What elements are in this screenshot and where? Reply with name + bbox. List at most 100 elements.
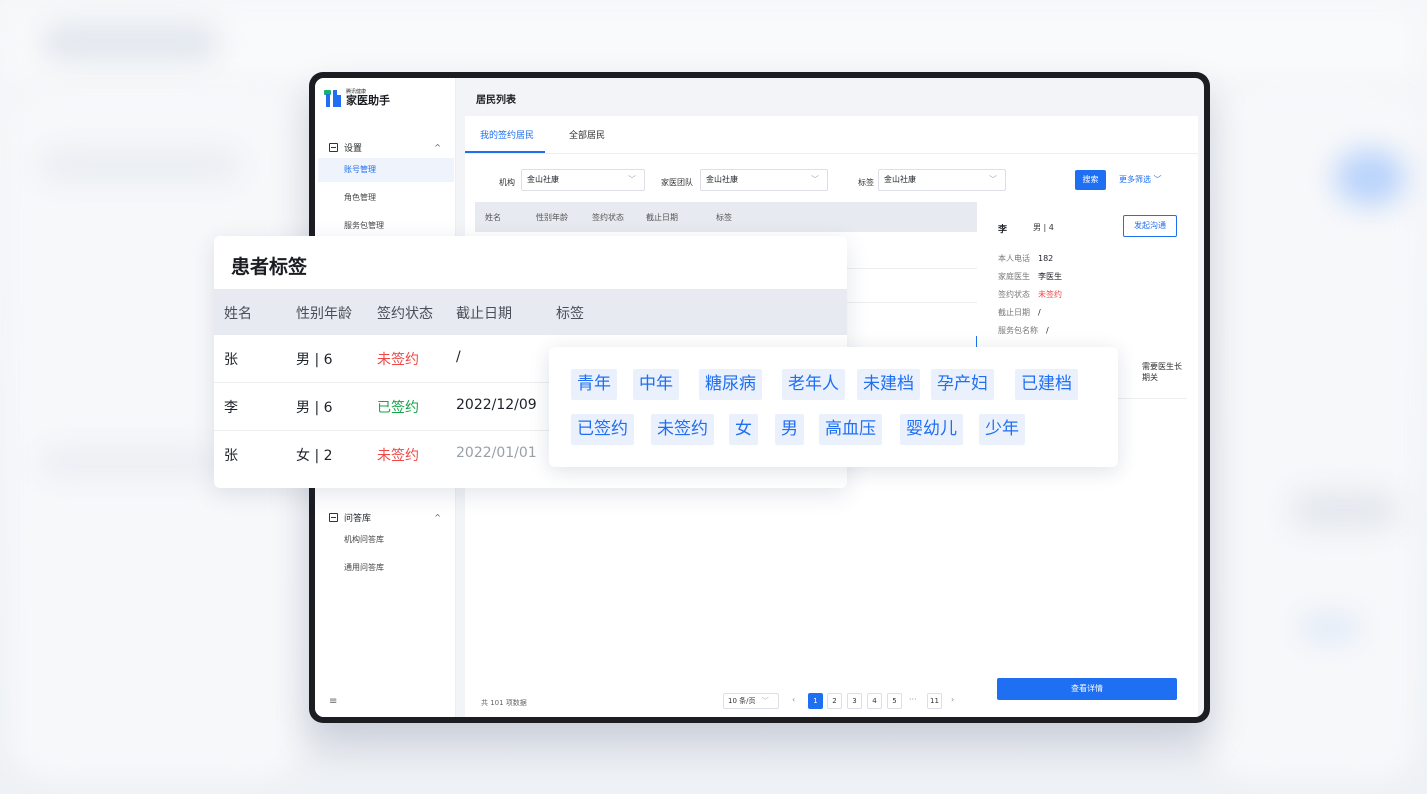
package-value: / <box>1046 326 1049 335</box>
page-button[interactable]: 3 <box>847 693 862 709</box>
bg-button-blur <box>1335 150 1405 205</box>
sign-status: 未签约 <box>377 448 419 464</box>
tag-option[interactable]: 婴幼儿 <box>900 414 963 445</box>
sidebar-item-account[interactable]: 账号管理 <box>318 158 454 182</box>
start-chat-button[interactable]: 发起沟通 <box>1123 215 1177 237</box>
patient-name: 张 <box>224 352 238 368</box>
settings-icon <box>329 143 338 152</box>
patient-gender-age: 男 | 6 <box>296 352 333 368</box>
status-value: 未签约 <box>1038 290 1062 299</box>
bg-top-bar <box>10 10 1417 80</box>
page-button[interactable]: 2 <box>827 693 842 709</box>
more-filter-button[interactable]: 更多筛选 ﹀ <box>1119 174 1162 185</box>
sidebar-group-qa[interactable]: 问答库 ^ <box>329 511 441 524</box>
tag-option[interactable]: 已签约 <box>571 414 634 445</box>
tag-option[interactable]: 老年人 <box>782 369 845 400</box>
card-table-header: 姓名 性别年龄 签约状态 截止日期 标签 <box>214 289 847 335</box>
status-label: 签约状态 <box>998 290 1030 299</box>
page-size-select[interactable]: 10 条/页 ﹀ <box>723 693 779 709</box>
tag-options-popover: 青年 中年 糖尿病 老年人 未建档 孕产妇 已建档 已签约 未签约 女 男 高血… <box>549 347 1118 467</box>
column-header: 标签 <box>716 213 732 222</box>
org-select-value: 金山社康 <box>527 175 559 184</box>
bg-row-blur <box>40 150 240 180</box>
card-title: 患者标签 <box>231 256 308 278</box>
phone-label: 本人电话 <box>998 254 1030 263</box>
bg-chip-blur <box>1300 615 1360 640</box>
deadline: 2022/01/01 <box>456 445 537 461</box>
doctor-row: 家庭医生 李医生 <box>998 271 1062 282</box>
chevron-up-icon: ^ <box>434 513 441 522</box>
page-button[interactable]: 11 <box>927 693 942 709</box>
tab-active-indicator <box>465 151 545 153</box>
prev-page-icon[interactable]: ‹ <box>792 695 795 704</box>
page-button[interactable]: 5 <box>887 693 902 709</box>
patient-name: 张 <box>224 448 238 464</box>
search-button[interactable]: 搜索 <box>1075 170 1106 190</box>
pagination-ellipsis: ··· <box>909 695 917 704</box>
sidebar-group-label: 问答库 <box>344 514 372 524</box>
tag-option[interactable]: 女 <box>729 414 758 445</box>
page-title: 居民列表 <box>476 95 516 106</box>
org-filter-label: 机构 <box>499 178 515 187</box>
tag-option[interactable]: 未签约 <box>651 414 714 445</box>
column-header: 标签 <box>556 306 584 322</box>
sidebar-item-common-qa[interactable]: 通用问答库 <box>318 556 454 580</box>
patient-gender-age: 男 | 6 <box>296 400 333 416</box>
sidebar-group-settings[interactable]: 设置 ^ <box>329 141 441 154</box>
app-logo: 腾讯健康 家医助手 <box>323 88 390 108</box>
column-header: 截止日期 <box>456 306 512 322</box>
tag-option[interactable]: 孕产妇 <box>931 369 994 400</box>
chevron-down-icon: ﹀ <box>811 175 819 184</box>
patient-gender-age: 女 | 2 <box>296 448 333 464</box>
sidebar-item-package[interactable]: 服务包管理 <box>318 214 454 238</box>
tab-bar: 我的签约居民 全部居民 <box>465 116 1198 154</box>
resident-gender-age: 男 | 4 <box>1033 223 1054 232</box>
logo-title: 家医助手 <box>346 94 390 107</box>
column-header: 性别年龄 <box>296 306 352 322</box>
sidebar-item-org-qa[interactable]: 机构问答库 <box>318 528 454 552</box>
org-select[interactable]: 金山社康 ﹀ <box>521 169 645 191</box>
phone-row: 本人电话 182 <box>998 253 1053 264</box>
tag-option[interactable]: 未建档 <box>857 369 920 400</box>
resident-note: 需要医生长期关 <box>1142 362 1182 382</box>
tag-option[interactable]: 糖尿病 <box>699 369 762 400</box>
chevron-down-icon: ﹀ <box>761 697 769 705</box>
tag-select-value: 金山社康 <box>884 175 916 184</box>
document-icon <box>329 513 338 522</box>
phone-value: 182 <box>1038 254 1054 263</box>
bg-row-blur <box>40 450 220 475</box>
next-page-icon[interactable]: › <box>951 695 954 704</box>
tag-option[interactable]: 高血压 <box>819 414 882 445</box>
page-button[interactable]: 1 <box>808 693 823 709</box>
tag-option[interactable]: 中年 <box>633 369 679 400</box>
status-row: 签约状态 未签约 <box>998 289 1062 300</box>
tag-option[interactable]: 已建档 <box>1015 369 1078 400</box>
team-filter-label: 家医团队 <box>661 178 693 187</box>
patient-name: 李 <box>224 400 238 416</box>
tag-option[interactable]: 男 <box>775 414 804 445</box>
chevron-down-icon: ﹀ <box>989 175 997 184</box>
tab-all-residents[interactable]: 全部居民 <box>569 128 605 141</box>
bg-logo-blur <box>40 22 220 62</box>
view-detail-button[interactable]: 查看详情 <box>997 678 1177 700</box>
tag-option[interactable]: 少年 <box>979 414 1025 445</box>
package-row: 服务包名称 / <box>998 325 1049 336</box>
tag-filter-label: 标签 <box>858 178 874 187</box>
menu-icon[interactable]: ≡ <box>329 696 337 707</box>
deadline: / <box>456 349 461 365</box>
page-size-value: 10 条/页 <box>728 697 756 705</box>
column-header: 签约状态 <box>377 306 433 322</box>
team-select-value: 金山社康 <box>706 175 738 184</box>
tag-select[interactable]: 金山社康 ﹀ <box>878 169 1006 191</box>
sidebar-item-role[interactable]: 角色管理 <box>318 186 454 210</box>
logo-icon <box>323 88 343 108</box>
chevron-down-icon: ﹀ <box>1153 175 1162 184</box>
bg-card-blur <box>1290 490 1400 530</box>
deadline: 2022/12/09 <box>456 397 537 413</box>
team-select[interactable]: 金山社康 ﹀ <box>700 169 828 191</box>
tab-my-residents[interactable]: 我的签约居民 <box>480 128 534 141</box>
tag-option[interactable]: 青年 <box>571 369 617 400</box>
page-button[interactable]: 4 <box>867 693 882 709</box>
column-header: 姓名 <box>485 213 501 222</box>
more-filter-label: 更多筛选 <box>1119 175 1151 184</box>
